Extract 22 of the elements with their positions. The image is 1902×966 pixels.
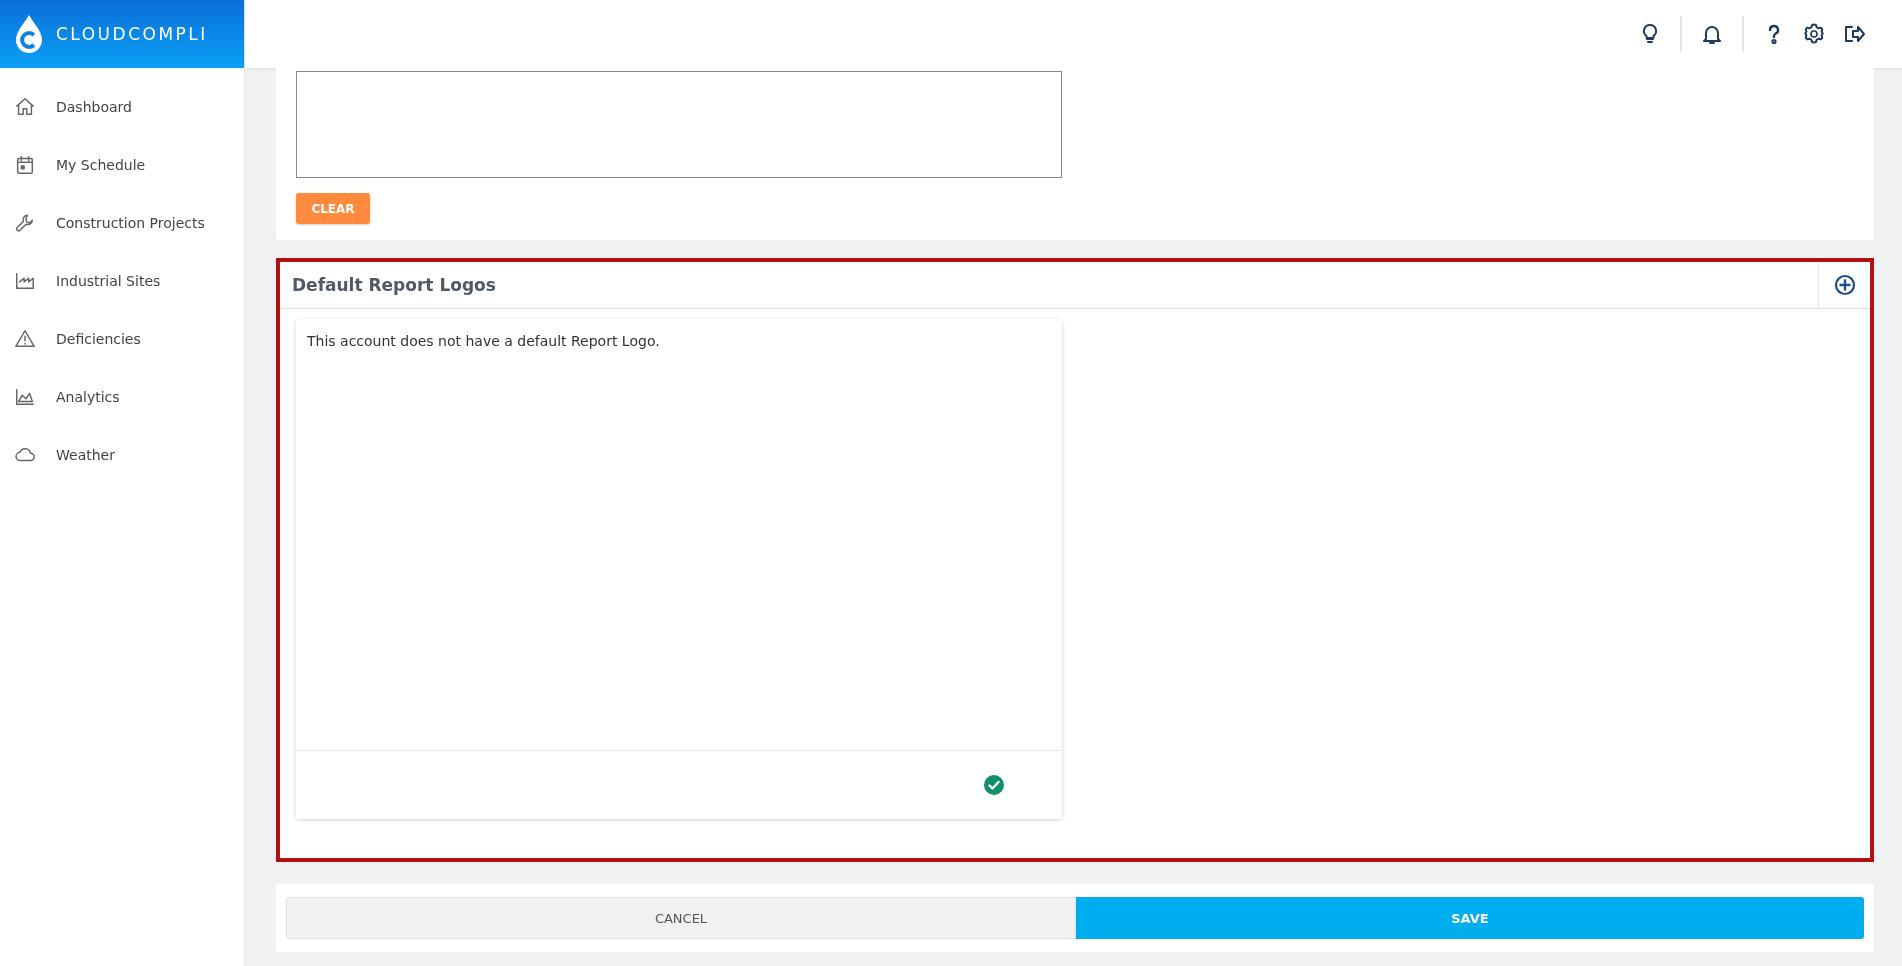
check-circle-icon bbox=[984, 775, 1004, 795]
warning-icon bbox=[14, 328, 36, 350]
house-icon bbox=[14, 96, 36, 118]
nav-item[interactable]: Dashboard bbox=[0, 78, 244, 136]
nav-item[interactable]: Industrial Sites bbox=[0, 252, 244, 310]
nav-item[interactable]: Weather bbox=[0, 426, 244, 484]
area-chart-icon bbox=[14, 386, 36, 408]
factory-icon bbox=[14, 270, 36, 292]
plus-circle-icon bbox=[1832, 273, 1857, 297]
wrench-icon bbox=[14, 212, 36, 234]
nav-item[interactable]: Construction Projects bbox=[0, 194, 244, 252]
nav-item[interactable]: My Schedule bbox=[0, 136, 244, 194]
nav-item[interactable]: Deficiencies bbox=[0, 310, 244, 368]
logo-text: CLOUDCOMPLI bbox=[56, 24, 208, 44]
calendar-icon bbox=[14, 154, 36, 176]
droplet-logo-icon bbox=[14, 14, 44, 54]
cancel-button[interactable]: CANCEL bbox=[286, 897, 1076, 939]
empty-message: This account does not have a default Report Logo. bbox=[306, 332, 661, 351]
gear-drawing bbox=[1802, 22, 1826, 46]
nav-item[interactable]: Analytics bbox=[0, 368, 244, 426]
signature-pad[interactable] bbox=[296, 71, 1062, 178]
panel-title: Default Report Logos bbox=[291, 274, 497, 297]
